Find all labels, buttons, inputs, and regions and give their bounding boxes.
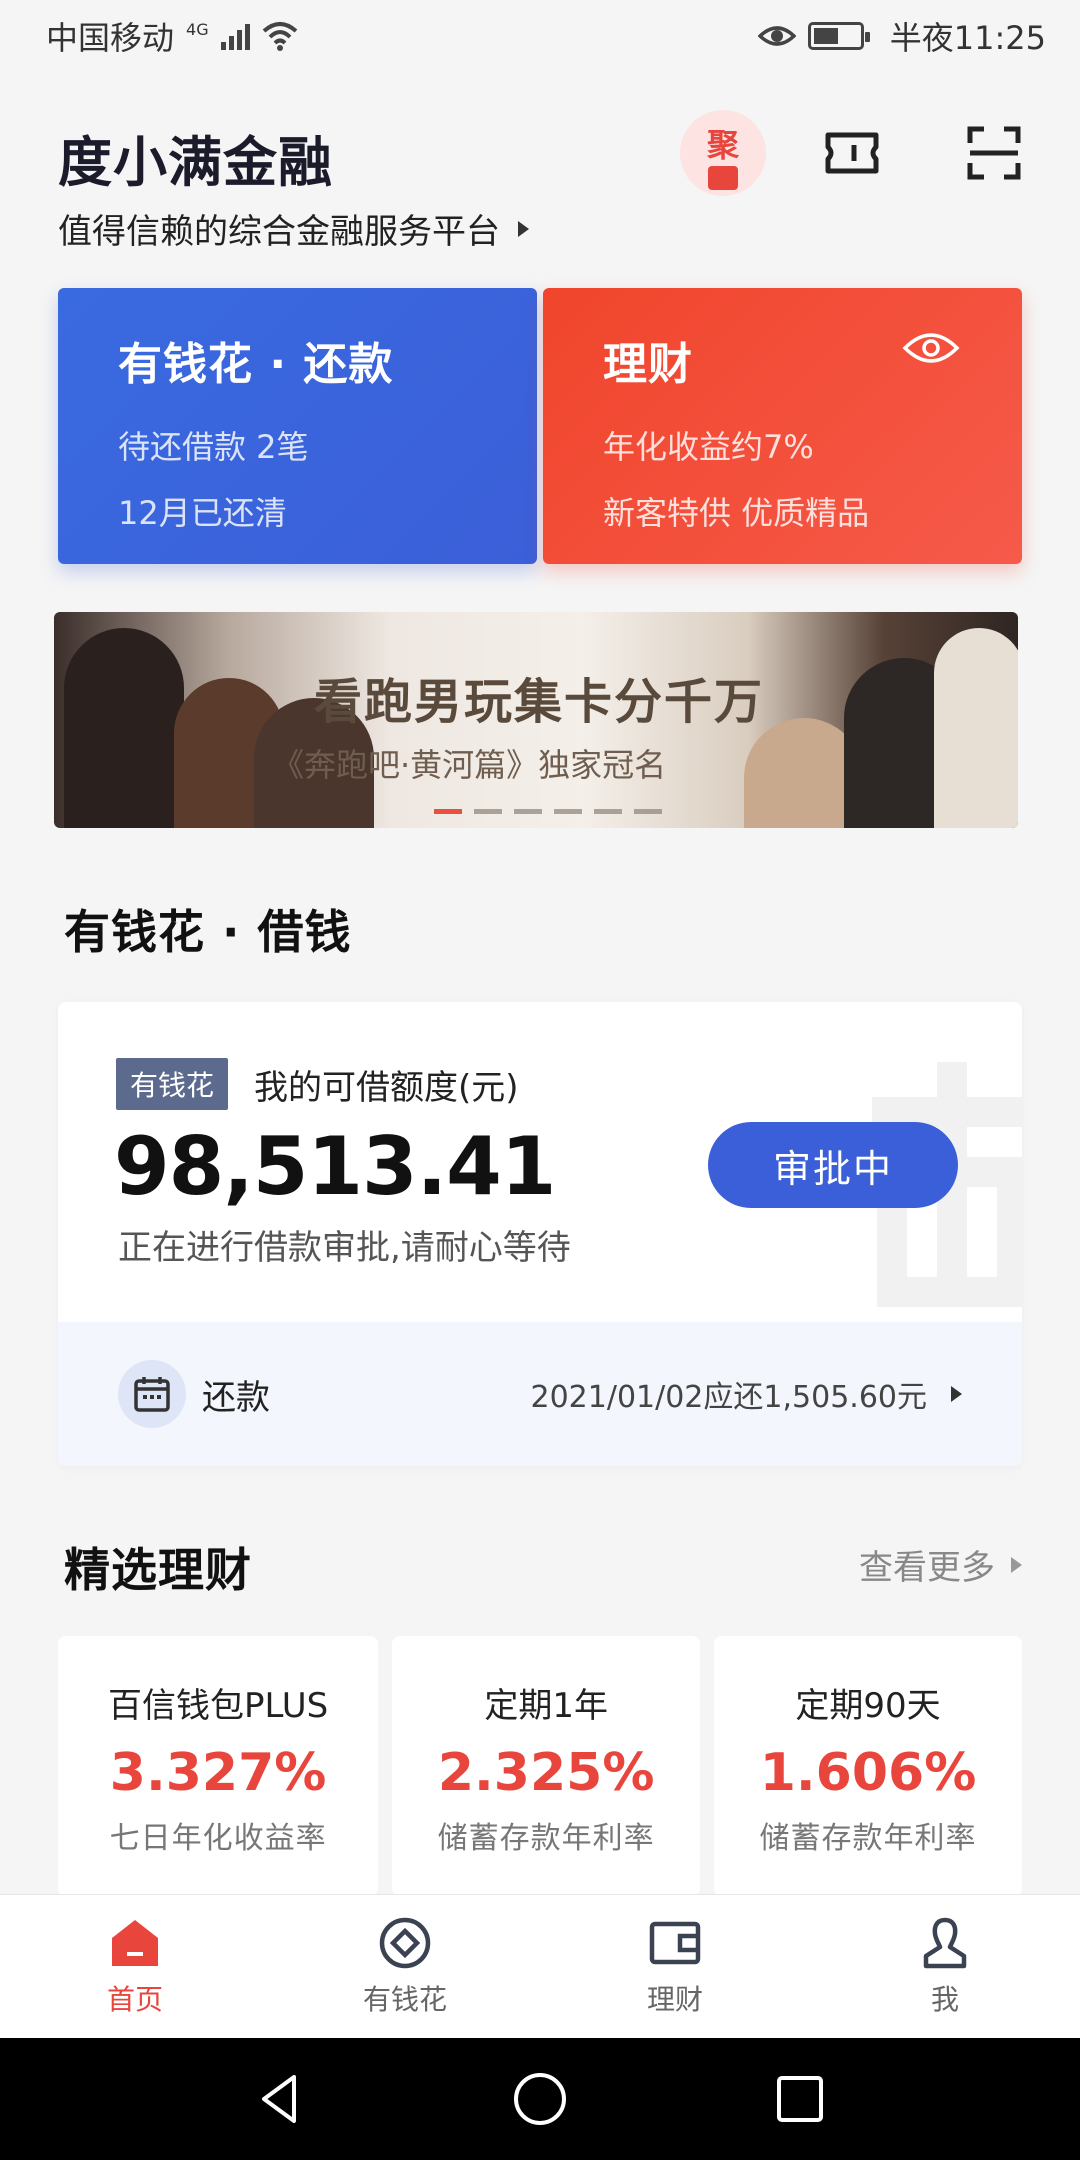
pagination-dot: [434, 809, 462, 814]
pagination-dot: [554, 809, 582, 814]
battery-icon: [807, 22, 870, 50]
carrier-label: 中国移动: [46, 19, 175, 57]
approval-note: 正在进行借款审批,请耐心等待: [118, 1228, 571, 1268]
back-icon[interactable]: [250, 2069, 310, 2129]
banner-pagination: [434, 809, 662, 814]
ju-label: 聚: [706, 126, 739, 164]
repay-due-info: 2021/01/02应还1,505.60元: [530, 1372, 962, 1416]
network-type: 4G: [186, 19, 209, 39]
pagination-dot: [634, 809, 662, 814]
product-card[interactable]: 定期90天 1.606% 储蓄存款年利率: [714, 1636, 1022, 1896]
home-icon: [112, 1919, 158, 1966]
quick-cards: 有钱花 · 还款 待还借款 2笔 12月已还清 理财 年化收益约7% 新客特供 …: [58, 288, 1022, 564]
pagination-dot: [514, 809, 542, 814]
repay-due-text: 2021/01/02应还1,505.60元: [530, 1380, 927, 1415]
banner-person-image: [934, 628, 1018, 828]
ticket-icon[interactable]: [824, 129, 880, 177]
chevron-right-icon: [518, 220, 529, 237]
product-rate: 3.327%: [109, 1743, 327, 1803]
finance-section-title: 精选理财: [64, 1543, 252, 1597]
eye-icon[interactable]: [902, 328, 960, 368]
signal-icon: [220, 22, 250, 50]
pagination-dot: [474, 809, 502, 814]
tab-me[interactable]: 我: [810, 1895, 1080, 2038]
repay-card-line2: 12月已还清: [118, 494, 287, 532]
product-card[interactable]: 定期1年 2.325% 储蓄存款年利率: [392, 1636, 701, 1896]
recents-icon[interactable]: [770, 2069, 830, 2129]
wifi-icon: [262, 22, 297, 51]
tab-home[interactable]: 首页: [0, 1895, 270, 2038]
view-more-link[interactable]: 查看更多: [859, 1540, 1022, 1589]
limit-label: 我的可借额度(元): [254, 1068, 519, 1108]
repay-row[interactable]: 还款 2021/01/02应还1,505.60元: [58, 1322, 1022, 1466]
approval-status-button[interactable]: 审批中: [708, 1122, 958, 1208]
banner-subtitle: 《奔跑吧·黄河篇》独家冠名: [272, 746, 667, 784]
product-name: 定期90天: [795, 1686, 941, 1726]
tab-label: 首页: [106, 1982, 163, 2016]
coin-icon: [379, 1917, 431, 1968]
system-nav-bar: [0, 2038, 1080, 2160]
scan-icon[interactable]: [966, 125, 1022, 181]
tab-label: 有钱花: [362, 1982, 447, 2016]
wealth-card-line2: 新客特供 优质精品: [603, 494, 870, 532]
view-more-label: 查看更多: [859, 1548, 995, 1588]
chevron-right-icon: [951, 1386, 962, 1402]
repay-card-line1: 待还借款 2笔: [118, 428, 309, 466]
repay-card[interactable]: 有钱花 · 还款 待还借款 2笔 12月已还清: [58, 288, 537, 564]
bottom-tab-bar: 首页 有钱花 理财 我: [0, 1894, 1080, 2038]
promo-banner[interactable]: 看跑男玩集卡分千万 《奔跑吧·黄河篇》独家冠名: [54, 612, 1018, 828]
wealth-card[interactable]: 理财 年化收益约7% 新客特供 优质精品: [543, 288, 1022, 564]
loan-card: 有钱花 我的可借额度(元) 98,513.41 审批中 正在进行借款审批,请耐心…: [58, 1002, 1022, 1466]
home-circle-icon[interactable]: [510, 2069, 570, 2129]
eye-comfort-icon: [757, 26, 796, 46]
app-subtitle: 值得信赖的综合金融服务平台: [58, 212, 500, 252]
calendar-icon: [118, 1360, 186, 1428]
tab-label: 理财: [646, 1982, 703, 2016]
person-icon: [923, 1917, 967, 1968]
app-header: 度小满金融 值得信赖的综合金融服务平台 聚: [58, 110, 1022, 258]
product-tag: 有钱花: [116, 1058, 229, 1110]
wallet-icon: [649, 1921, 701, 1964]
ju-gift-button[interactable]: 聚: [680, 110, 766, 196]
banner-headline: 看跑男玩集卡分千万: [314, 674, 765, 730]
app-subtitle-link[interactable]: 值得信赖的综合金融服务平台: [58, 204, 529, 253]
chevron-right-icon: [1011, 1556, 1022, 1573]
loan-section-title: 有钱花 · 借钱: [64, 905, 352, 959]
pagination-dot: [594, 809, 622, 814]
limit-amount: 98,513.41: [114, 1120, 556, 1213]
loan-limit-panel[interactable]: 有钱花 我的可借额度(元) 98,513.41 审批中 正在进行借款审批,请耐心…: [58, 1002, 1022, 1322]
product-rate: 1.606%: [759, 1743, 977, 1803]
product-name: 百信钱包PLUS: [107, 1686, 329, 1726]
product-rate: 2.325%: [437, 1743, 655, 1803]
product-rate-desc: 储蓄存款年利率: [759, 1821, 977, 1856]
product-name: 定期1年: [484, 1686, 608, 1726]
gift-icon: [708, 166, 738, 190]
clock: 半夜11:25: [889, 19, 1046, 57]
banner-person-image: [64, 628, 184, 828]
repay-label: 还款: [202, 1377, 270, 1418]
status-bar: 中国移动 4G 半夜11:25: [0, 0, 1080, 72]
tab-youqianhua[interactable]: 有钱花: [270, 1895, 540, 2038]
tab-label: 我: [930, 1982, 959, 2016]
repay-card-title: 有钱花 · 还款: [118, 339, 394, 390]
product-list: 百信钱包PLUS 3.327% 七日年化收益率 定期1年 2.325% 储蓄存款…: [58, 1636, 1022, 1896]
wealth-card-line1: 年化收益约7%: [603, 428, 814, 466]
product-rate-desc: 七日年化收益率: [109, 1821, 327, 1856]
product-rate-desc: 储蓄存款年利率: [437, 1821, 655, 1856]
tab-licai[interactable]: 理财: [540, 1895, 810, 2038]
product-card[interactable]: 百信钱包PLUS 3.327% 七日年化收益率: [58, 1636, 379, 1896]
